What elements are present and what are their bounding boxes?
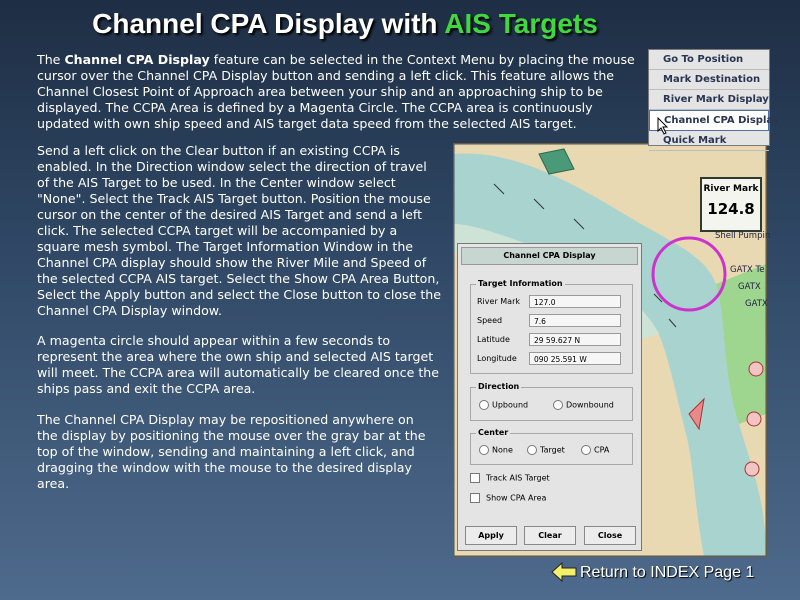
page-title: Channel CPA Display with AIS Targets [0,8,690,40]
magenta-circle-paragraph: A magenta circle should appear within a … [37,333,439,396]
speed-label: Speed [477,316,503,325]
dialog-title-bar[interactable]: Channel CPA Display [461,247,638,265]
upbound-label: Upbound [492,400,529,410]
center-none-option[interactable]: None [479,445,513,455]
map-label-gatx-2: GATX [745,299,768,309]
target-radio[interactable] [527,445,537,455]
cpa-label: CPA [594,445,610,455]
title-highlight: AIS Targets [444,8,598,39]
downbound-radio[interactable] [553,400,563,410]
intro-paragraph: The Channel CPA Display feature can be s… [37,52,637,132]
reposition-paragraph: The Channel CPA Display may be repositio… [37,412,426,491]
longitude-field[interactable]: 090 25.591 W [529,352,621,365]
target-label: Target [540,445,565,455]
river-mark-box: River Mark 124.8 [700,177,762,232]
center-target-option[interactable]: Target [527,445,565,455]
river-mark-box-value: 124.8 [707,200,755,218]
buoy-marker [744,461,760,477]
none-radio[interactable] [479,445,489,455]
map-label-shell: Shell Pumpin [715,231,771,241]
close-button[interactable]: Close [584,526,636,545]
apply-button[interactable]: Apply [465,526,517,545]
track-ais-target-checkbox[interactable] [470,473,480,483]
clear-button[interactable]: Clear [524,526,576,545]
latitude-field[interactable]: 29 59.627 N [529,333,621,346]
track-ais-target-option[interactable]: Track AIS Target [470,473,550,483]
arrow-left-icon [551,562,577,582]
return-index-label: Return to INDEX Page 1 [580,564,755,581]
map-label-gatx-te: GATX Te [730,265,765,275]
intro-pre: The [37,52,65,67]
direction-label: Direction [476,382,522,391]
title-prefix: Channel CPA Display with [92,8,438,39]
center-cpa-option[interactable]: CPA [581,445,609,455]
target-info-label: Target Information [476,279,565,288]
upbound-option[interactable]: Upbound [479,400,528,410]
none-label: None [492,445,513,455]
center-label: Center [476,428,511,437]
buoy-marker [748,361,764,377]
longitude-label: Longitude [477,354,517,363]
speed-field[interactable]: 7.6 [529,314,621,327]
map-label-gatx: GATX [738,282,761,292]
buoy-marker [746,411,762,427]
menu-item-mark-destination[interactable]: Mark Destination [649,70,769,90]
mouse-cursor-icon [657,117,669,135]
target-info-group: Target Information River Mark 127.0 Spee… [470,279,633,374]
latitude-label: Latitude [477,335,510,344]
river-mark-field[interactable]: 127.0 [529,295,621,308]
intro-bold: Channel CPA Display [64,52,210,67]
show-cpa-area-label: Show CPA Area [486,493,547,503]
downbound-label: Downbound [566,400,614,410]
show-cpa-area-option[interactable]: Show CPA Area [470,493,546,503]
menu-item-river-mark-display[interactable]: River Mark Display [649,90,769,110]
center-group: Center None Target CPA [470,428,633,465]
downbound-option[interactable]: Downbound [553,400,614,410]
track-ais-target-label: Track AIS Target [486,473,550,483]
menu-item-go-to-position[interactable]: Go To Position [649,50,769,70]
instructions-paragraph: Send a left click on the Clear button if… [37,143,442,318]
cpa-radio[interactable] [581,445,591,455]
river-mark-box-label: River Mark [703,184,759,194]
show-cpa-area-checkbox[interactable] [470,493,480,503]
direction-group: Direction Upbound Downbound [470,382,633,421]
channel-cpa-dialog: Channel CPA Display Target Information R… [457,243,642,551]
river-mark-label: River Mark [477,297,520,306]
upbound-radio[interactable] [479,400,489,410]
